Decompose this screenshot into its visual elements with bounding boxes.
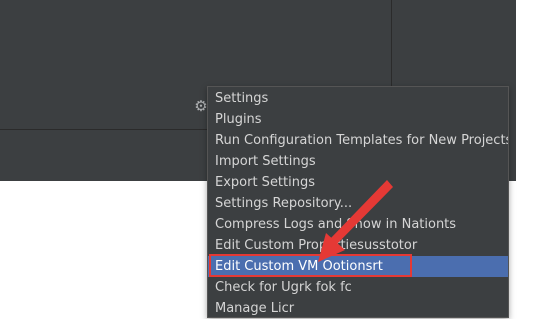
annotation-arrow bbox=[318, 180, 393, 262]
annotation-arrow-shaft bbox=[329, 180, 393, 246]
